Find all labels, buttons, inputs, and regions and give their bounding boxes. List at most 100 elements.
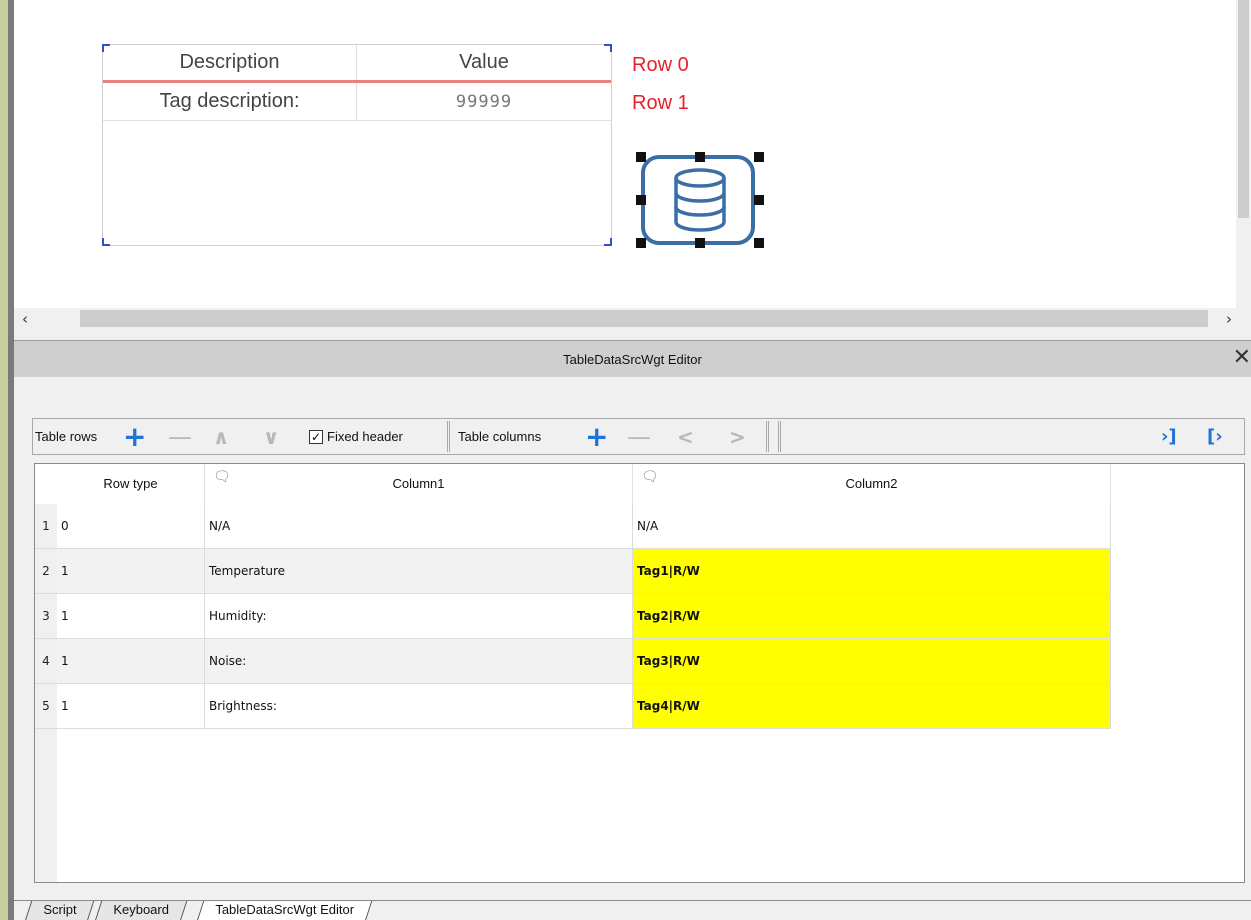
row-number: 5 (35, 684, 57, 728)
left-dock-strip (0, 0, 8, 920)
column1-cell[interactable]: N/A (205, 504, 633, 548)
database-icon (674, 168, 726, 232)
grid-header-column1[interactable]: 🗨 Column1 (205, 464, 633, 504)
column1-cell[interactable]: Temperature (205, 549, 633, 593)
tab-tabledatasrcwgt-editor-label: TableDataSrcWgt Editor (215, 902, 355, 917)
table-row[interactable]: 4 1 Noise: Tag3|R/W (35, 639, 1111, 684)
move-row-down-button[interactable]: ∨ (263, 419, 279, 454)
column2-tag-cell[interactable]: Tag4|R/W (633, 684, 1111, 728)
grid-header-column2-label: Column2 (845, 476, 898, 491)
row-1-label: Row 1 (632, 92, 689, 114)
column2-tag-cell[interactable]: Tag3|R/W (633, 639, 1111, 683)
resize-handle-bottom-left[interactable] (636, 238, 646, 248)
toolbar-separator (778, 421, 781, 452)
move-column-right-button[interactable]: > (729, 419, 746, 454)
preview-cell-description: Tag description: (103, 83, 357, 120)
preview-cell-value: 99999 (455, 91, 513, 112)
plus-icon: + (123, 419, 147, 453)
tab-script-label: Script (43, 902, 77, 917)
checkbox-checked-icon: ✓ (309, 429, 323, 444)
table-data-grid[interactable]: Row type 🗨 Column1 🗨 Column2 1 0 N/A N/A… (34, 463, 1245, 883)
table-columns-label: Table columns (458, 419, 541, 454)
row-type-cell[interactable]: 1 (57, 639, 205, 683)
tab-keyboard[interactable]: Keyboard (94, 901, 187, 920)
column1-cell[interactable]: Brightness: (205, 684, 633, 728)
grid-header-column1-label: Column1 (392, 476, 445, 491)
resize-handle-bottom[interactable] (695, 238, 705, 248)
grid-header-row-type[interactable]: Row type (57, 464, 205, 504)
fixed-header-label: Fixed header (327, 429, 403, 444)
table-rows-label: Table rows (35, 419, 97, 454)
add-column-button[interactable]: + (585, 419, 608, 454)
chevron-right-icon: > (729, 424, 746, 449)
resize-handle-left[interactable] (636, 195, 646, 205)
column2-cell[interactable]: N/A (633, 504, 1111, 548)
row-number: 2 (35, 549, 57, 593)
import-button[interactable]: [› (1207, 419, 1223, 454)
chevron-down-icon: ∨ (263, 424, 280, 449)
table-row[interactable]: 1 0 N/A N/A (35, 504, 1111, 549)
close-icon[interactable]: ✕ (1233, 347, 1251, 369)
table-row[interactable]: 2 1 Temperature Tag1|R/W (35, 549, 1111, 594)
editor-toolbar: Table rows + — ∧ ∨ ✓ Fixed header Table … (32, 418, 1245, 455)
column1-cell[interactable]: Humidity: (205, 594, 633, 638)
move-row-up-button[interactable]: ∧ (213, 419, 229, 454)
fixed-header-checkbox[interactable]: ✓ Fixed header (309, 419, 403, 454)
column1-cell[interactable]: Noise: (205, 639, 633, 683)
datasource-widget[interactable] (636, 152, 764, 248)
app-window: Description Value Tag description: 99999… (0, 0, 1251, 920)
import-icon: [› (1207, 425, 1223, 447)
row-number: 1 (35, 504, 57, 548)
grid-header-row: Row type 🗨 Column1 🗨 Column2 (35, 464, 1111, 504)
plus-icon: + (585, 419, 609, 453)
editor-title: TableDataSrcWgt Editor (563, 351, 702, 367)
resize-handle-top-right[interactable] (754, 152, 764, 162)
grid-header-row-type-label: Row type (103, 476, 158, 491)
column2-tag-cell[interactable]: Tag1|R/W (633, 549, 1111, 593)
row-type-cell[interactable]: 1 (57, 684, 205, 728)
toolbar-separator (447, 421, 450, 452)
resize-handle-bottom-right[interactable] (754, 238, 764, 248)
scroll-left-arrow-icon[interactable]: ‹ (22, 308, 28, 330)
preview-header-description: Description (103, 45, 357, 80)
bottom-tab-bar: Script Keyboard TableDataSrcWgt Editor (14, 900, 1251, 920)
row-0-label: Row 0 (632, 54, 689, 76)
resize-handle-top-left[interactable] (636, 152, 646, 162)
grid-empty-area (1111, 464, 1244, 882)
chevron-left-icon: < (677, 424, 694, 449)
selection-corner-bottom-left (102, 238, 110, 246)
export-icon: ›] (1161, 425, 1177, 447)
toolbar-separator (766, 421, 769, 452)
scroll-right-arrow-icon[interactable]: › (1226, 308, 1232, 330)
tab-script[interactable]: Script (24, 901, 95, 920)
table-widget-preview[interactable]: Description Value Tag description: 99999 (102, 44, 612, 246)
remove-row-button[interactable]: — (168, 419, 192, 454)
row-number: 4 (35, 639, 57, 683)
editor-title-bar: TableDataSrcWgt Editor ✕ (14, 340, 1251, 377)
row-type-cell[interactable]: 1 (57, 594, 205, 638)
resize-handle-top[interactable] (695, 152, 705, 162)
resize-handle-right[interactable] (754, 195, 764, 205)
tab-tabledatasrcwgt-editor[interactable]: TableDataSrcWgt Editor (196, 901, 372, 920)
grid-header-column2[interactable]: 🗨 Column2 (633, 464, 1111, 504)
tab-keyboard-label: Keyboard (113, 902, 169, 917)
table-row[interactable]: 3 1 Humidity: Tag2|R/W (35, 594, 1111, 639)
table-row[interactable]: 5 1 Brightness: Tag4|R/W (35, 684, 1111, 729)
preview-table-header: Description Value (103, 45, 611, 83)
row-type-cell[interactable]: 1 (57, 549, 205, 593)
preview-table-row: Tag description: 99999 (103, 83, 611, 121)
chevron-up-icon: ∧ (213, 424, 230, 449)
canvas-vertical-scroll-thumb[interactable] (1238, 0, 1249, 218)
export-button[interactable]: ›] (1161, 419, 1177, 454)
minus-icon: — (627, 422, 651, 451)
row-type-cell[interactable]: 0 (57, 504, 205, 548)
row-number: 3 (35, 594, 57, 638)
move-column-left-button[interactable]: < (677, 419, 694, 454)
column2-tag-cell[interactable]: Tag2|R/W (633, 594, 1111, 638)
selection-corner-top-left (102, 44, 110, 52)
selection-corner-bottom-right (604, 238, 612, 246)
canvas-horizontal-scroll-thumb[interactable] (80, 310, 1208, 327)
remove-column-button[interactable]: — (627, 419, 651, 454)
minus-icon: — (168, 422, 192, 451)
add-row-button[interactable]: + (123, 419, 146, 454)
